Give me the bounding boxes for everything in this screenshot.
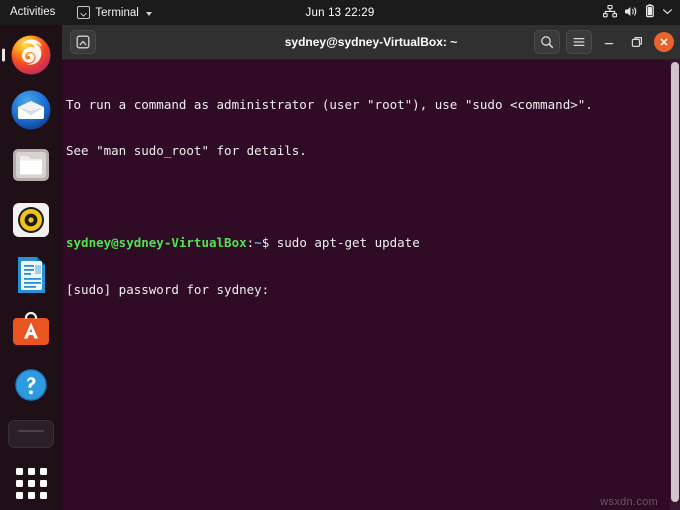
app-grid-dot (27, 479, 35, 487)
gnome-top-bar: Activities Terminal Jun 13 22:29 (0, 0, 680, 25)
app-grid-dot (39, 467, 47, 475)
system-tray[interactable] (602, 4, 673, 21)
network-icon (602, 4, 618, 21)
search-icon[interactable] (534, 30, 560, 54)
terminal-window: sydney@sydney-VirtualBox: ~ To run a com… (62, 25, 680, 510)
dock-item-help[interactable] (8, 362, 54, 408)
app-grid-dot (39, 491, 47, 499)
app-grid-dot (15, 467, 23, 475)
app-grid-dot (15, 479, 23, 487)
dock-item-rhythmbox[interactable] (8, 197, 54, 243)
firefox-icon (11, 35, 51, 75)
app-grid-dot (39, 479, 47, 487)
app-grid-dot (27, 467, 35, 475)
close-icon[interactable] (654, 32, 674, 52)
app-grid-dot (27, 491, 35, 499)
dock-item-ubuntu-software[interactable] (8, 307, 54, 353)
maximize-icon[interactable] (626, 31, 648, 53)
new-terminal-icon[interactable] (70, 30, 96, 54)
minimize-icon[interactable] (598, 31, 620, 53)
chevron-down-icon (145, 11, 152, 16)
thunderbird-icon (11, 90, 51, 130)
terminal-scrollbar[interactable] (670, 60, 680, 510)
window-controls (534, 30, 674, 54)
system-menu-chevron-icon (662, 6, 673, 20)
app-indicator-label: Terminal (95, 6, 139, 19)
dock-item-firefox[interactable] (2, 32, 54, 78)
window-titlebar[interactable]: sydney@sydney-VirtualBox: ~ (62, 25, 680, 60)
terminal-line: See "man sudo_root" for details. (66, 143, 307, 159)
libreoffice-writer-icon (18, 257, 45, 293)
ubuntu-dock (0, 25, 62, 510)
battery-icon (645, 4, 655, 21)
dock-item-libreoffice-writer[interactable] (8, 252, 54, 298)
rhythmbox-icon (13, 203, 49, 237)
dock-item-thunderbird[interactable] (8, 87, 54, 133)
running-indicator (2, 48, 5, 62)
volume-icon (624, 5, 638, 21)
ubuntu-software-icon (13, 311, 49, 345)
terminal-prompt-line: sydney@sydney-VirtualBox:~$ sudo apt-get… (66, 235, 420, 251)
terminal-content-area[interactable]: To run a command as administrator (user … (62, 60, 680, 510)
terminal-output: To run a command as administrator (user … (66, 66, 664, 328)
hamburger-menu-icon[interactable] (566, 30, 592, 54)
dock-item-trash[interactable] (8, 420, 54, 448)
terminal-icon (77, 6, 91, 19)
desktop-screen: Activities Terminal Jun 13 22:29 sydney@… (0, 0, 680, 510)
watermark: wsxdn.com (600, 496, 658, 508)
help-question-icon (15, 369, 47, 401)
app-grid-dot (15, 491, 23, 499)
scrollbar-thumb[interactable] (671, 62, 679, 502)
terminal-password-prompt: [sudo] password for sydney: (66, 281, 270, 297)
terminal-line: To run a command as administrator (user … (66, 96, 593, 112)
app-indicator-terminal[interactable]: Terminal (73, 0, 155, 25)
activities-button[interactable]: Activities (0, 0, 64, 25)
show-applications[interactable] (12, 464, 50, 502)
files-folder-icon (13, 149, 49, 181)
clock-label: Jun 13 22:29 (305, 6, 375, 19)
dock-item-files[interactable] (8, 142, 54, 188)
